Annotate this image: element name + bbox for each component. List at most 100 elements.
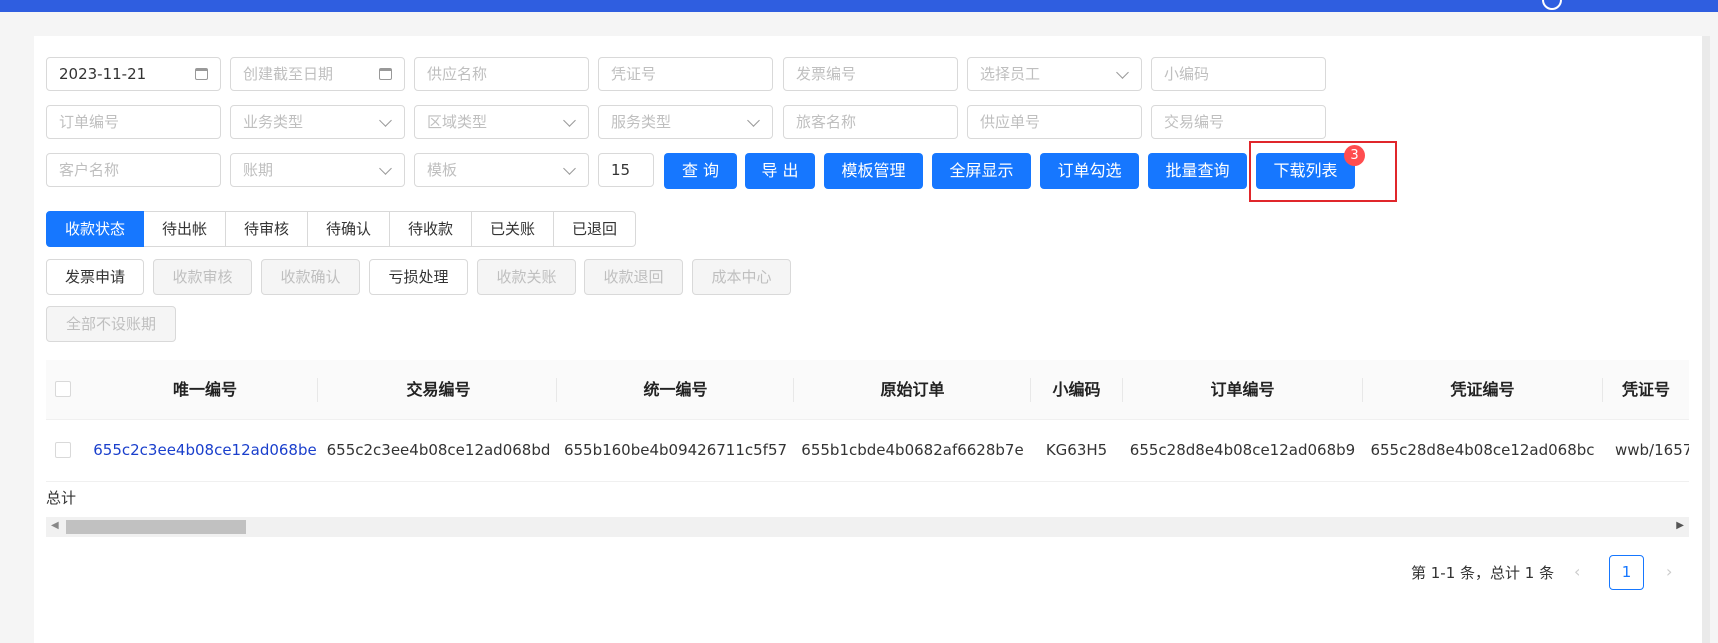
placeholder-text: 供应名称 [427,65,488,83]
create-start-date-input[interactable]: 2023-11-21 [46,57,221,91]
placeholder-text: 交易编号 [1164,113,1225,131]
chevron-down-icon [1116,66,1129,79]
table-cell: 655b160be4b09426711c5f57 [563,441,788,459]
placeholder-text: 服务类型 [611,113,672,131]
column-header[interactable]: 订单编号 [1123,360,1362,419]
placeholder-text: 凭证号 [611,65,657,83]
receipt-close-button[interactable]: 收款关账 [477,259,576,295]
voucher-no-input[interactable]: 凭证号 [598,57,773,91]
batch-query-button[interactable]: 批量查询 [1148,153,1247,189]
chevron-down-icon [563,162,576,175]
supplier-order-no-input[interactable]: 供应单号 [967,105,1142,139]
row-checkbox[interactable] [55,442,71,458]
column-header[interactable]: 交易编号 [320,360,557,419]
tab-pending-receipt[interactable]: 待收款 [390,211,472,247]
placeholder-text: 客户名称 [59,161,120,179]
table-cell: 655b1cbde4b0682af6628b7e [801,441,1024,459]
receipt-review-button[interactable]: 收款审核 [153,259,252,295]
chevron-down-icon [379,162,392,175]
placeholder-text: 旅客名称 [796,113,857,131]
receipt-confirm-button[interactable]: 收款确认 [261,259,360,295]
tab-pending-review[interactable]: 待审核 [226,211,308,247]
cost-center-button[interactable]: 成本中心 [692,259,791,295]
pagination-summary: 第 1-1 条，总计 1 条 [1411,564,1555,582]
table-cell: 655c2c3ee4b08ce12ad068bd [326,441,551,459]
user-avatar-icon[interactable] [1542,0,1562,10]
chevron-left-icon[interactable]: ‹ [1574,562,1580,581]
scroll-left-icon[interactable]: ◀ [51,520,59,531]
calendar-icon [379,68,392,80]
placeholder-text: 发票编号 [796,65,857,83]
business-type-select[interactable]: 业务类型 [230,105,405,139]
page-size-input[interactable]: 15 [598,153,654,187]
create-end-date-input[interactable]: 创建截至日期 [230,57,405,91]
chevron-right-icon[interactable]: › [1666,562,1672,581]
template-manage-button[interactable]: 模板管理 [824,153,923,189]
select-all-checkbox[interactable] [55,381,71,397]
tab-pending-confirm[interactable]: 待确认 [308,211,390,247]
region-type-select[interactable]: 区域类型 [414,105,589,139]
column-header[interactable]: 凭证编号 [1363,360,1602,419]
tab-receipt-status[interactable]: 收款状态 [46,211,144,247]
template-select[interactable]: 模板 [414,153,589,187]
placeholder-text: 账期 [243,161,274,179]
placeholder-text: 选择员工 [980,65,1041,83]
placeholder-text: 区域类型 [427,113,488,131]
query-button[interactable]: 查 询 [664,153,737,189]
date-value: 2023-11-21 [59,65,147,83]
highlight-box [1249,141,1397,202]
receipt-return-button[interactable]: 收款退回 [584,259,683,295]
placeholder-text: 模板 [427,161,458,179]
no-billing-period-all-button[interactable]: 全部不设账期 [46,306,176,342]
loss-handling-button[interactable]: 亏损处理 [369,259,468,295]
table-cell: 655c28d8e4b08ce12ad068bc [1370,441,1595,459]
table-header: 唯一编号 交易编号 统一编号 原始订单 小编码 订单编号 凭证编号 凭证号 [46,360,1689,420]
customer-name-input[interactable]: 客户名称 [46,153,221,187]
supplier-name-input[interactable]: 供应名称 [414,57,589,91]
order-select-button[interactable]: 订单勾选 [1040,153,1139,189]
column-header[interactable]: 统一编号 [557,360,794,419]
table-cell: KG63H5 [1045,441,1108,459]
table-row: 655c2c3ee4b08ce12ad068be 655c2c3ee4b08ce… [46,420,1689,482]
chevron-down-icon [379,114,392,127]
placeholder-text: 创建截至日期 [243,65,334,83]
passenger-name-input[interactable]: 旅客名称 [783,105,958,139]
column-header[interactable]: 原始订单 [794,360,1031,419]
export-button[interactable]: 导 出 [745,153,815,189]
column-divider [317,378,318,402]
scroll-right-icon[interactable]: ▶ [1676,520,1684,531]
placeholder-text: 供应单号 [980,113,1041,131]
billing-period-select[interactable]: 账期 [230,153,405,187]
transaction-no-input[interactable]: 交易编号 [1151,105,1326,139]
tab-closed[interactable]: 已关账 [472,211,554,247]
invoice-no-input[interactable]: 发票编号 [783,57,958,91]
horizontal-scrollbar[interactable]: ◀ ▶ [46,517,1689,537]
column-header[interactable]: 小编码 [1031,360,1122,419]
total-row-label: 总计 [46,489,77,507]
short-code-input[interactable]: 小编码 [1151,57,1326,91]
status-tabs: 收款状态 待出帐 待审核 待确认 待收款 已关账 已退回 [46,211,636,247]
page-size-value: 15 [611,161,631,179]
service-type-select[interactable]: 服务类型 [598,105,773,139]
table-cell: 655c28d8e4b08ce12ad068b9 [1129,441,1356,459]
tab-returned[interactable]: 已退回 [554,211,636,247]
table-cell: wwb/1657 [1615,441,1689,459]
invoice-apply-button[interactable]: 发票申请 [46,259,144,295]
employee-select[interactable]: 选择员工 [967,57,1142,91]
tab-pending-bill[interactable]: 待出帐 [144,211,226,247]
column-header[interactable]: 唯一编号 [90,360,320,419]
column-header[interactable]: 凭证号 [1603,360,1689,419]
placeholder-text: 订单编号 [59,113,120,131]
top-header-bar [0,0,1718,12]
placeholder-text: 小编码 [1164,65,1210,83]
fullscreen-button[interactable]: 全屏显示 [932,153,1031,189]
unique-id-link[interactable]: 655c2c3ee4b08ce12ad068be [90,420,320,481]
chevron-down-icon [747,114,760,127]
scrollbar-thumb[interactable] [66,520,246,534]
placeholder-text: 业务类型 [243,113,304,131]
vertical-scrollbar[interactable] [1702,36,1710,643]
chevron-down-icon [563,114,576,127]
calendar-icon [195,68,208,80]
page-number-button[interactable]: 1 [1609,555,1644,590]
order-no-input[interactable]: 订单编号 [46,105,221,139]
